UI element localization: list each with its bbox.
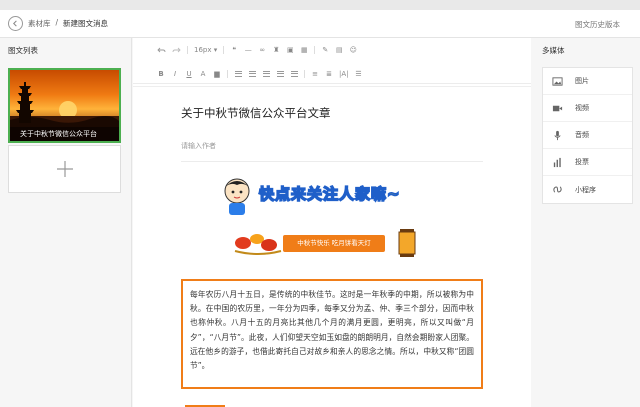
multimedia-title: 多媒体 bbox=[542, 46, 565, 55]
toolbar-separator bbox=[227, 69, 228, 78]
breadcrumb-separator: / bbox=[55, 18, 59, 27]
add-article-button[interactable] bbox=[8, 145, 121, 193]
media-item-label: 音频 bbox=[575, 131, 589, 139]
author-input[interactable]: 请输入作者 bbox=[181, 141, 216, 151]
unordered-list-icon[interactable]: ☰ bbox=[355, 69, 363, 79]
media-item-label: 视频 bbox=[575, 104, 589, 112]
multimedia-list: 图片 视频 音频 投票 小程序 bbox=[542, 67, 633, 204]
festival-greeting-badge: 中秋节快乐 吃月饼看天灯 bbox=[283, 235, 385, 252]
mini-program-icon bbox=[553, 186, 562, 193]
media-item-vote[interactable]: 投票 bbox=[543, 149, 632, 176]
browser-top-strip bbox=[0, 0, 640, 10]
pen-icon[interactable]: ✎ bbox=[321, 45, 329, 55]
bar-chart-icon bbox=[553, 157, 561, 167]
align-left-icon[interactable] bbox=[248, 69, 256, 79]
font-size-value: 16px bbox=[194, 46, 212, 54]
redo-icon[interactable] bbox=[172, 45, 181, 55]
image-insert-icon[interactable]: ▣ bbox=[286, 45, 294, 55]
horizontal-rule-icon[interactable]: — bbox=[244, 45, 252, 55]
lantern-icon bbox=[398, 229, 416, 257]
undo-icon[interactable] bbox=[157, 45, 166, 55]
media-item-image[interactable]: 图片 bbox=[543, 68, 632, 95]
indent-icon[interactable] bbox=[234, 69, 242, 79]
multimedia-panel: 多媒体 图片 视频 音频 投票 小程序 bbox=[532, 38, 640, 407]
follow-banner: 快点来关注人家嘛~ bbox=[219, 173, 449, 217]
article-paragraph-box[interactable]: 每年农历八月十五日，是传统的中秋佳节。这时是一年秋季的中期，所以被称为中秋。在中… bbox=[181, 279, 483, 389]
media-item-label: 图片 bbox=[575, 77, 589, 85]
lantern-cluster-icon bbox=[234, 234, 282, 255]
toolbar-separator bbox=[304, 69, 305, 78]
table-icon[interactable]: ▦ bbox=[300, 45, 308, 55]
media-item-label: 投票 bbox=[575, 158, 589, 166]
align-center-icon[interactable] bbox=[262, 69, 270, 79]
font-size-select[interactable]: 16px ▾ bbox=[194, 45, 217, 55]
history-versions-link[interactable]: 图文历史版本 bbox=[575, 19, 620, 30]
video-icon bbox=[552, 105, 563, 111]
line-spacing-icon[interactable]: ≡ bbox=[311, 69, 319, 79]
back-button[interactable] bbox=[8, 16, 23, 31]
media-item-label: 小程序 bbox=[575, 185, 596, 194]
attachment-icon[interactable]: ▤ bbox=[335, 45, 343, 55]
toolbar-row-top: 16px ▾ ❝ — ∞ ♜ ▣ ▦ ✎ ▤ ☺ bbox=[133, 42, 531, 58]
font-size-caret: ▾ bbox=[213, 46, 218, 54]
underline-button[interactable]: U bbox=[185, 69, 193, 79]
media-item-video[interactable]: 视频 bbox=[543, 95, 632, 122]
emoji-icon[interactable]: ☺ bbox=[349, 45, 357, 55]
article-list-title: 图文列表 bbox=[8, 46, 38, 55]
plus-icon bbox=[56, 161, 73, 177]
align-justify-icon[interactable] bbox=[290, 69, 298, 79]
media-item-mini-program[interactable]: 小程序 bbox=[543, 176, 632, 203]
breadcrumb-root-link[interactable]: 素材库 bbox=[28, 18, 51, 29]
quote-icon[interactable]: ❝ bbox=[230, 45, 238, 55]
article-title-input[interactable]: 关于中秋节微信公众平台文章 bbox=[181, 105, 331, 121]
chevron-left-icon bbox=[13, 20, 17, 27]
paragraph-spacing-icon[interactable]: ≣ bbox=[325, 69, 333, 79]
article-cover-image: 关于中秋节微信公众平台 bbox=[10, 70, 119, 141]
background-color-icon[interactable]: ▆ bbox=[213, 69, 221, 79]
microphone-icon bbox=[554, 130, 561, 140]
article-card-caption: 关于中秋节微信公众平台 bbox=[10, 127, 119, 141]
letter-spacing-icon[interactable]: |A| bbox=[339, 69, 349, 79]
bold-button[interactable]: B bbox=[157, 69, 165, 79]
toolbar-separator bbox=[223, 46, 225, 54]
breadcrumb-current: 新建图文消息 bbox=[63, 19, 109, 28]
document-canvas[interactable]: 关于中秋节微信公众平台文章 请输入作者 快点来关注人家嘛~ 中秋节快乐 吃月饼看… bbox=[133, 86, 531, 407]
follow-banner-text: 快点来关注人家嘛~ bbox=[258, 184, 401, 204]
media-item-audio[interactable]: 音频 bbox=[543, 122, 632, 149]
article-paragraph: 每年农历八月十五日，是传统的中秋佳节。这时是一年秋季的中期，所以被称为中秋。在中… bbox=[190, 290, 474, 371]
article-list-panel: 图文列表 关于中秋节微信公众平台 bbox=[0, 38, 132, 407]
festival-decoration: 中秋节快乐 吃月饼看天灯 bbox=[233, 227, 433, 261]
top-header: 素材库 / 新建图文消息 图文历史版本 bbox=[0, 10, 640, 38]
clear-format-icon[interactable]: ♜ bbox=[272, 45, 280, 55]
align-right-icon[interactable] bbox=[276, 69, 284, 79]
breadcrumb: 素材库 / 新建图文消息 bbox=[28, 18, 108, 29]
italic-button[interactable]: I bbox=[171, 69, 179, 79]
toolbar-row-format: B I U A ▆ ≡ ≣ |A| ☰ bbox=[133, 64, 531, 84]
editor-panel: 16px ▾ ❝ — ∞ ♜ ▣ ▦ ✎ ▤ ☺ B I U A ▆ ≡ ≣ |… bbox=[133, 38, 531, 407]
toolbar-separator bbox=[314, 46, 316, 54]
cartoon-character-icon bbox=[224, 178, 250, 215]
font-color-button[interactable]: A bbox=[199, 69, 207, 79]
image-icon bbox=[552, 76, 563, 86]
link-icon[interactable]: ∞ bbox=[258, 45, 266, 55]
title-divider bbox=[181, 161, 483, 162]
article-card[interactable]: 关于中秋节微信公众平台 bbox=[8, 68, 121, 143]
toolbar-separator bbox=[187, 46, 188, 54]
